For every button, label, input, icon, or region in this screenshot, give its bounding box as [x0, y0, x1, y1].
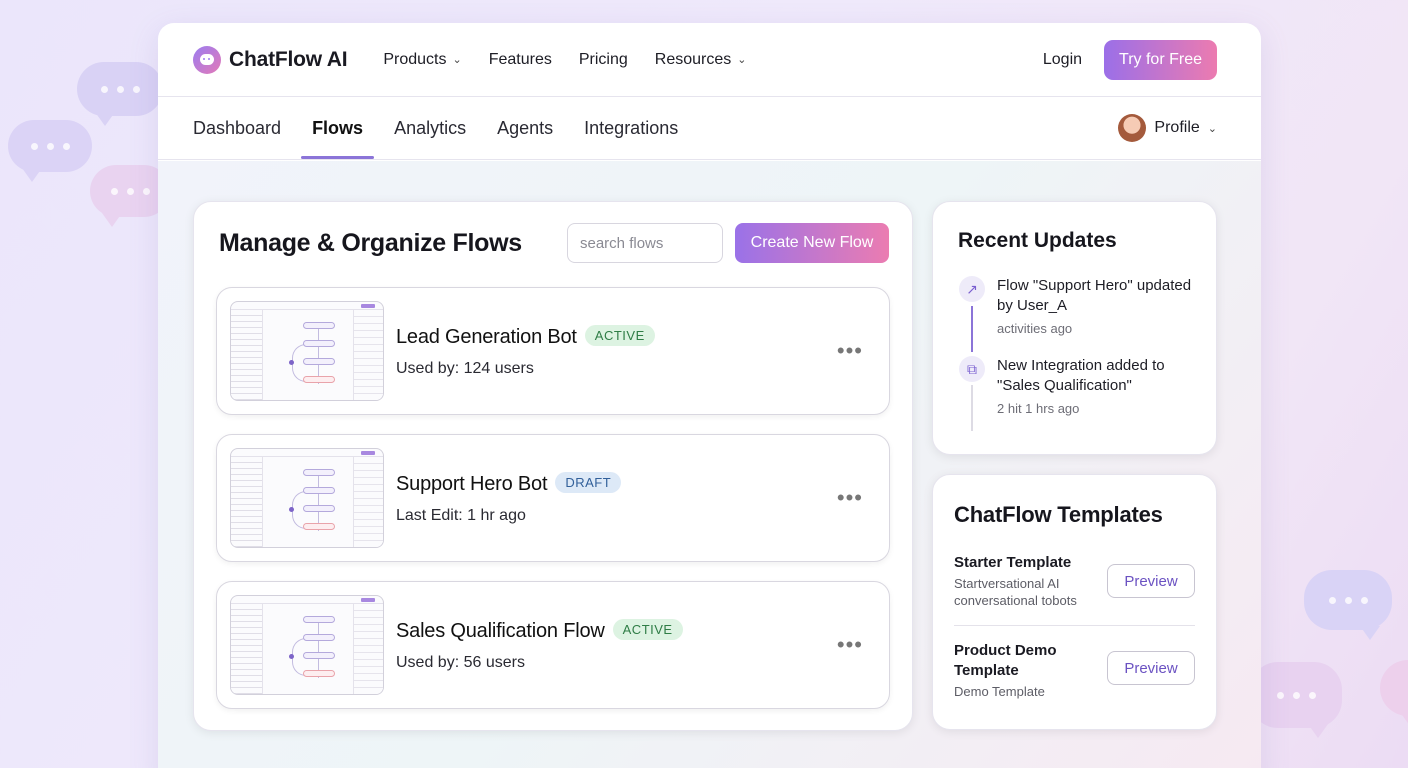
flow-card[interactable]: Sales Qualification Flow ACTIVE Used by: … — [216, 581, 890, 709]
background-chat-bubble-icon — [1250, 662, 1342, 738]
template-item: Starter Template Startversational AI con… — [954, 553, 1104, 609]
background-chat-bubble-icon — [8, 120, 92, 182]
more-options-icon[interactable]: ••• — [837, 485, 863, 511]
sub-navbar: Dashboard Flows Analytics Agents Integra… — [158, 97, 1261, 160]
status-badge: DRAFT — [555, 472, 622, 493]
tab-agents[interactable]: Agents — [497, 97, 553, 159]
flow-meta: Used by: 124 users — [396, 360, 534, 377]
chevron-down-icon: ⌄ — [452, 54, 462, 66]
nav-resources-label: Resources — [654, 50, 732, 68]
integration-icon: ⧉ — [959, 356, 985, 382]
flow-card[interactable]: Lead Generation Bot ACTIVE Used by: 124 u… — [216, 287, 890, 415]
update-text: New Integration added to "Sales Qualific… — [997, 357, 1165, 394]
status-badge: ACTIVE — [612, 619, 683, 640]
page-title: Manage & Organize Flows — [219, 229, 522, 257]
status-badge: ACTIVE — [584, 325, 655, 346]
timeline-line — [971, 385, 973, 431]
recent-updates-panel: Recent Updates ↗ Flow "Support Hero" upd… — [932, 201, 1217, 455]
background-chat-bubble-icon — [1380, 660, 1408, 726]
profile-menu[interactable]: Profile ⌄ — [1118, 97, 1217, 159]
nav-products-label: Products — [383, 50, 447, 68]
avatar — [1118, 114, 1147, 142]
flow-name: Support Hero Bot DRAFT — [396, 472, 622, 496]
create-new-flow-button[interactable]: Create New Flow — [735, 223, 889, 263]
template-description: Startversational AI conversational tobot… — [954, 576, 1077, 608]
flow-name: Sales Qualification Flow ACTIVE — [396, 619, 683, 643]
templates-title: ChatFlow Templates — [954, 502, 1163, 527]
profile-label: Profile — [1154, 119, 1200, 136]
more-options-icon[interactable]: ••• — [837, 632, 863, 658]
app-name: ChatFlow AI — [229, 47, 348, 71]
tab-integrations[interactable]: Integrations — [584, 97, 678, 159]
preview-button[interactable]: Preview — [1107, 651, 1195, 685]
template-name: Starter Template — [954, 554, 1072, 571]
nav-pricing-label: Pricing — [578, 50, 628, 68]
flow-name-text: Support Hero Bot — [396, 473, 548, 495]
flow-thumbnail — [230, 448, 384, 548]
update-item[interactable]: Flow "Support Hero" updated by User_A ac… — [997, 276, 1207, 336]
top-right-actions: Login Try for Free — [1043, 39, 1217, 80]
main-content: Manage & Organize Flows Create New Flow … — [158, 161, 1261, 768]
recent-updates-title: Recent Updates — [958, 229, 1117, 252]
template-description: Demo Template — [954, 684, 1045, 699]
templates-panel: ChatFlow Templates Starter Template Star… — [932, 474, 1217, 730]
chatflow-logo-icon — [193, 45, 221, 74]
try-for-free-button[interactable]: Try for Free — [1104, 39, 1217, 80]
update-time: activities ago — [997, 321, 1073, 336]
divider — [954, 625, 1195, 626]
chevron-down-icon: ⌄ — [737, 54, 747, 66]
tab-dashboard[interactable]: Dashboard — [193, 97, 281, 159]
timeline-line — [971, 306, 973, 352]
update-text: Flow "Support Hero" updated by User_A — [997, 277, 1192, 314]
tab-flows[interactable]: Flows — [301, 97, 375, 159]
top-navbar: ChatFlow AI Products ⌄ Features Pricing R… — [158, 23, 1261, 97]
search-input[interactable] — [567, 223, 723, 263]
app-window: ChatFlow AI Products ⌄ Features Pricing R… — [158, 23, 1261, 768]
main-nav: Products ⌄ Features Pricing Resources ⌄ — [383, 51, 746, 69]
tab-analytics[interactable]: Analytics — [394, 97, 466, 159]
more-options-icon[interactable]: ••• — [837, 338, 863, 364]
flow-name-text: Lead Generation Bot — [396, 326, 577, 348]
template-item: Product Demo Template Demo Template — [954, 641, 1104, 700]
nav-pricing[interactable]: Pricing — [579, 51, 628, 69]
logo[interactable]: ChatFlow AI — [193, 45, 348, 74]
background-chat-bubble-icon — [1304, 570, 1392, 640]
flow-name-text: Sales Qualification Flow — [396, 620, 605, 642]
update-time: 2 hit 1 hrs ago — [997, 401, 1080, 416]
update-item[interactable]: New Integration added to "Sales Qualific… — [997, 356, 1207, 416]
flow-meta: Last Edit: 1 hr ago — [396, 507, 526, 524]
chevron-down-icon: ⌄ — [1207, 122, 1217, 135]
flow-name: Lead Generation Bot ACTIVE — [396, 325, 655, 349]
nav-products[interactable]: Products ⌄ — [383, 51, 461, 69]
nav-features-label: Features — [488, 50, 552, 68]
flows-panel: Manage & Organize Flows Create New Flow … — [193, 201, 913, 731]
flow-meta: Used by: 56 users — [396, 654, 525, 671]
nav-features[interactable]: Features — [489, 51, 552, 69]
nav-resources[interactable]: Resources ⌄ — [655, 51, 747, 69]
arrow-up-right-icon: ↗ — [959, 276, 985, 302]
preview-button[interactable]: Preview — [1107, 564, 1195, 598]
flow-card[interactable]: Support Hero Bot DRAFT Last Edit: 1 hr ag… — [216, 434, 890, 562]
flow-thumbnail — [230, 595, 384, 695]
template-name: Product Demo Template — [954, 642, 1057, 679]
flow-thumbnail — [230, 301, 384, 401]
login-link[interactable]: Login — [1043, 51, 1082, 69]
background-chat-bubble-icon — [77, 62, 163, 126]
